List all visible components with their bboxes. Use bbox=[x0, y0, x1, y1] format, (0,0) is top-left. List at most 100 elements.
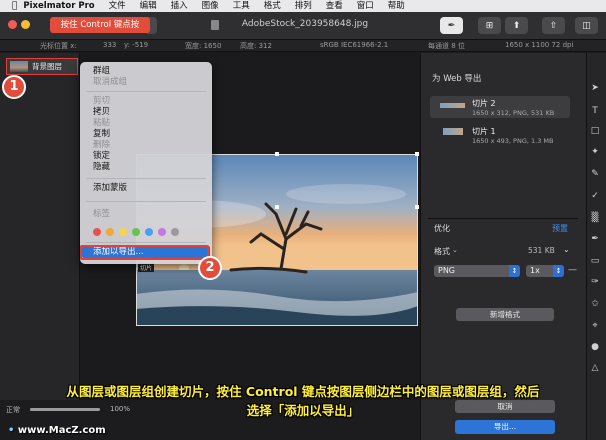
drop-icon[interactable]: ● bbox=[588, 341, 602, 353]
retouch-icon[interactable]: ✩ bbox=[588, 298, 602, 310]
layer-name: 背景图层 bbox=[32, 62, 62, 71]
menu-item-copy[interactable]: 拷贝 bbox=[93, 107, 110, 117]
divider bbox=[428, 218, 578, 219]
optimize-label: 优化 bbox=[434, 224, 450, 233]
paint-icon[interactable]: ✎ bbox=[588, 168, 602, 180]
menu-help[interactable]: 帮助 bbox=[381, 0, 412, 12]
heal-icon[interactable]: ⌖ bbox=[588, 320, 602, 332]
step-1-badge: 1 bbox=[2, 75, 26, 99]
slice-meta: 1650 x 493, PNG, 1.3 MB bbox=[472, 137, 554, 145]
chevron-down-icon[interactable]: ⌄ bbox=[563, 245, 570, 254]
gradient-icon[interactable]: ▒ bbox=[588, 212, 602, 224]
chevron-updown-icon: ↕ bbox=[509, 265, 520, 277]
toolbar-style-button[interactable]: ✒ bbox=[440, 17, 463, 34]
format-label[interactable]: 格式 bbox=[434, 246, 450, 257]
menu-arrange[interactable]: 排列 bbox=[288, 0, 319, 12]
tag-color-dot[interactable] bbox=[171, 228, 179, 236]
tag-color-dot[interactable] bbox=[93, 228, 101, 236]
menu-item-lock[interactable]: 锁定 bbox=[93, 151, 110, 161]
selection-handle[interactable] bbox=[275, 152, 279, 156]
menu-item-group[interactable]: 群组 bbox=[93, 66, 110, 76]
menu-separator bbox=[86, 242, 206, 243]
selection-handle[interactable] bbox=[275, 205, 279, 209]
layer-thumbnail bbox=[10, 61, 28, 72]
menu-item-paste[interactable]: 粘贴 bbox=[93, 118, 110, 128]
share-icon: ⇧ bbox=[549, 20, 558, 31]
preset-link[interactable]: 预置 bbox=[552, 223, 568, 234]
slice-thumbnail bbox=[440, 103, 465, 108]
window-controls bbox=[8, 20, 38, 30]
close-window-icon[interactable] bbox=[8, 20, 17, 29]
format-select[interactable]: PNG ↕ bbox=[434, 265, 520, 277]
selection-icon[interactable]: □ bbox=[588, 125, 602, 137]
menu-insert[interactable]: 插入 bbox=[164, 0, 195, 12]
selection-handle[interactable] bbox=[415, 152, 419, 156]
remove-format-button[interactable]: — bbox=[568, 265, 577, 275]
menu-item-add-mask[interactable]: 添加蒙版 bbox=[93, 183, 127, 193]
menu-edit[interactable]: 编辑 bbox=[133, 0, 164, 12]
menu-format[interactable]: 格式 bbox=[257, 0, 288, 12]
tag-color-dot[interactable] bbox=[145, 228, 153, 236]
eraser-icon[interactable]: ▭ bbox=[588, 255, 602, 267]
tip-bubble: 按住 Control 键点按 bbox=[50, 17, 150, 33]
menu-item-cut[interactable]: 剪切 bbox=[93, 96, 110, 106]
menu-file[interactable]: 文件 bbox=[102, 0, 133, 12]
step-2-badge: 2 bbox=[198, 256, 222, 280]
menu-view[interactable]: 查看 bbox=[319, 0, 350, 12]
scale-select-value: 1x bbox=[530, 266, 540, 275]
selection-width: 宽度: 1650 bbox=[185, 42, 222, 50]
slice-meta: 1650 x 312, PNG, 531 KB bbox=[472, 109, 555, 117]
menu-item-ungroup[interactable]: 取消成组 bbox=[93, 77, 127, 87]
layer-row[interactable]: 背景图层 bbox=[6, 58, 78, 75]
menu-window[interactable]: 窗口 bbox=[350, 0, 381, 12]
brush-icon[interactable]: ✒ bbox=[588, 233, 602, 245]
sharpen-icon[interactable]: △ bbox=[588, 362, 602, 374]
menu-item-delete[interactable]: 删除 bbox=[93, 140, 110, 150]
watermark-text: www.MacZ.com bbox=[17, 425, 106, 436]
context-menu: 群组 取消成组 剪切 拷贝 粘贴 复制 删除 锁定 隐藏 添加蒙版 标签 添加以… bbox=[80, 62, 212, 264]
pen-icon[interactable]: ✑ bbox=[588, 276, 602, 288]
caption-line-1: 从图层或图层组创建切片，按住 Control 键点按图层侧边栏中的图层或图层组，… bbox=[66, 384, 540, 399]
apple-menu-icon[interactable]:  bbox=[0, 0, 19, 12]
tag-color-dot[interactable] bbox=[106, 228, 114, 236]
export-panel-title: 为 Web 导出 bbox=[432, 74, 482, 84]
tag-color-dot[interactable] bbox=[119, 228, 127, 236]
magic-wand-icon[interactable]: ✦ bbox=[588, 146, 602, 158]
tag-color-dot[interactable] bbox=[132, 228, 140, 236]
format-select-value: PNG bbox=[438, 266, 456, 275]
export-button[interactable]: 导出... bbox=[455, 420, 555, 434]
menu-item-hide[interactable]: 隐藏 bbox=[93, 162, 110, 172]
scale-select[interactable]: 1x ↕ bbox=[526, 265, 564, 277]
cursor-position-label: 光标位置 x: bbox=[40, 42, 77, 50]
menu-tools[interactable]: 工具 bbox=[226, 0, 257, 12]
toolbar-share-button[interactable]: ⇧ bbox=[542, 17, 565, 34]
toolbar-sidebar-button[interactable]: ◫ bbox=[575, 17, 598, 34]
arrange-icon[interactable]: ➤ bbox=[588, 82, 602, 94]
document-icon bbox=[211, 20, 219, 30]
slice-name: 切片 2 bbox=[472, 99, 496, 108]
document-title: AdobeStock_203958648.jpg bbox=[241, 19, 369, 29]
menu-item-duplicate[interactable]: 复制 bbox=[93, 129, 110, 139]
info-bar: 光标位置 x: 333 y: -519 宽度: 1650 高度: 312 sRG… bbox=[0, 40, 606, 52]
highlight-frame bbox=[80, 245, 209, 260]
menu-separator bbox=[86, 178, 206, 179]
toolbar-crop-button[interactable]: ⊞ bbox=[478, 17, 501, 34]
menu-bar:  Pixelmator Pro 文件 编辑 插入 图像 工具 格式 排列 查看… bbox=[0, 0, 606, 12]
watermark: • www.MacZ.com bbox=[8, 425, 106, 436]
cursor-x: 333 bbox=[103, 41, 117, 49]
minimize-window-icon[interactable] bbox=[21, 20, 30, 29]
slice-thumbnail bbox=[443, 128, 463, 135]
menu-separator bbox=[86, 201, 206, 202]
menu-image[interactable]: 图像 bbox=[195, 0, 226, 12]
chevron-updown-icon: ↕ bbox=[553, 265, 564, 277]
add-format-button[interactable]: 新增格式 bbox=[456, 308, 554, 321]
sidebar-icon: ◫ bbox=[582, 20, 591, 31]
toolbar-export-button[interactable]: ⬆ bbox=[505, 17, 528, 34]
tag-color-dot[interactable] bbox=[158, 228, 166, 236]
brush-icon: ✒ bbox=[447, 20, 456, 31]
selection-handle[interactable] bbox=[415, 205, 419, 209]
app-menu[interactable]: Pixelmator Pro bbox=[19, 0, 101, 12]
file-size: 531 KB bbox=[528, 246, 555, 255]
eyedropper-icon[interactable]: ✓ bbox=[588, 190, 602, 202]
type-icon[interactable]: T bbox=[588, 105, 602, 117]
